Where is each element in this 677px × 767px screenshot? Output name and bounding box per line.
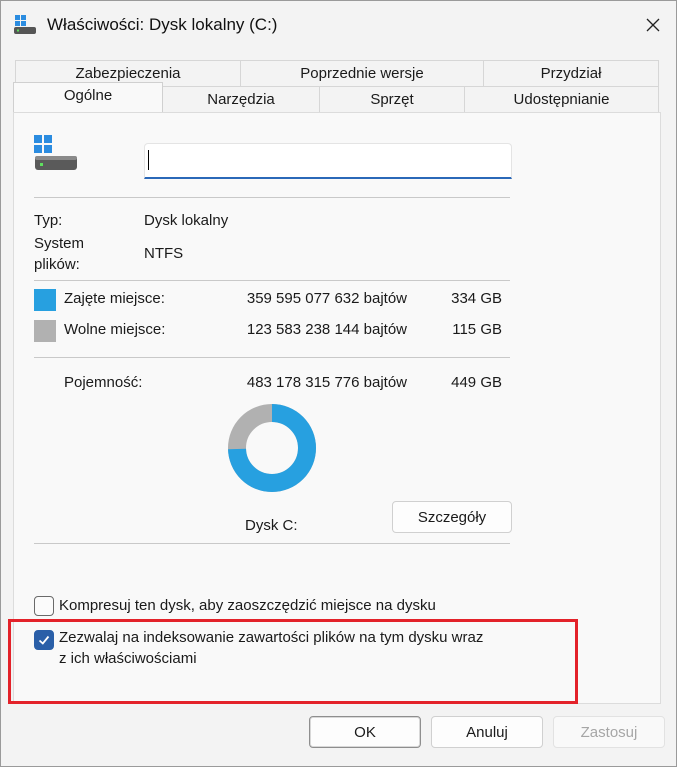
general-tab-panel: Typ: Dysk lokalny System plików: NTFS Za… xyxy=(13,112,661,704)
capacity-label: Pojemność: xyxy=(64,374,143,391)
drive-title-icon xyxy=(13,15,37,35)
tab-strip: Zabezpieczenia Poprzednie wersje Przydzi… xyxy=(11,60,659,112)
cancel-button[interactable]: Anuluj xyxy=(431,716,543,748)
compress-label[interactable]: Kompresuj ten dysk, aby zaoszczędzić mie… xyxy=(59,597,436,614)
used-space-swatch xyxy=(34,289,56,311)
free-space-swatch xyxy=(34,320,56,342)
divider-2 xyxy=(34,280,510,281)
divider-3 xyxy=(34,357,510,358)
capacity-gb: 449 GB xyxy=(451,374,502,391)
drive-letter-label: Dysk C: xyxy=(245,517,298,534)
compress-checkbox[interactable] xyxy=(34,596,54,616)
tab-sprzet[interactable]: Sprzęt xyxy=(319,86,465,112)
apply-button[interactable]: Zastosuj xyxy=(553,716,665,748)
close-button[interactable] xyxy=(630,1,676,49)
divider-4 xyxy=(34,543,510,544)
type-label: Typ: xyxy=(34,212,63,229)
divider-1 xyxy=(34,197,510,198)
index-label-line1[interactable]: Zezwalaj na indeksowanie zawartości plik… xyxy=(59,629,483,646)
text-caret xyxy=(148,150,149,170)
tab-ogolne[interactable]: Ogólne xyxy=(13,82,163,112)
drive-icon xyxy=(34,135,80,173)
free-space-gb: 115 GB xyxy=(452,321,502,338)
index-label-line2[interactable]: z ich właściwościami xyxy=(59,650,197,667)
filesystem-label-line1: System xyxy=(34,235,85,252)
drive-name-input[interactable] xyxy=(144,143,512,179)
type-value: Dysk lokalny xyxy=(144,212,229,229)
close-icon xyxy=(646,18,660,32)
used-space-bytes: 359 595 077 632 bajtów xyxy=(246,290,407,307)
title-bar[interactable]: Właściwości: Dysk lokalny (C:) xyxy=(1,1,676,49)
used-space-label: Zajęte miejsce: xyxy=(64,290,165,307)
tab-narzedzia[interactable]: Narzędzia xyxy=(162,86,320,112)
checkmark-icon xyxy=(38,635,50,645)
ok-button[interactable]: OK xyxy=(309,716,421,748)
filesystem-label-line2: plików: xyxy=(34,256,80,273)
index-checkbox[interactable] xyxy=(34,630,54,650)
free-space-label: Wolne miejsce: xyxy=(64,321,166,338)
used-space-gb: 334 GB xyxy=(451,290,502,307)
properties-dialog: Właściwości: Dysk lokalny (C:) Zabezpiec… xyxy=(0,0,677,767)
capacity-bytes: 483 178 315 776 bajtów xyxy=(246,374,407,391)
free-space-bytes: 123 583 238 144 bajtów xyxy=(246,321,407,338)
tab-przydzial[interactable]: Przydział xyxy=(483,60,659,86)
tab-poprzednie-wersje[interactable]: Poprzednie wersje xyxy=(240,60,484,86)
filesystem-value: NTFS xyxy=(144,245,184,262)
tab-udostepnianie[interactable]: Udostępnianie xyxy=(464,86,659,112)
details-button[interactable]: Szczegóły xyxy=(392,501,512,533)
window-title: Właściwości: Dysk lokalny (C:) xyxy=(47,15,278,34)
usage-donut-chart xyxy=(228,404,316,492)
